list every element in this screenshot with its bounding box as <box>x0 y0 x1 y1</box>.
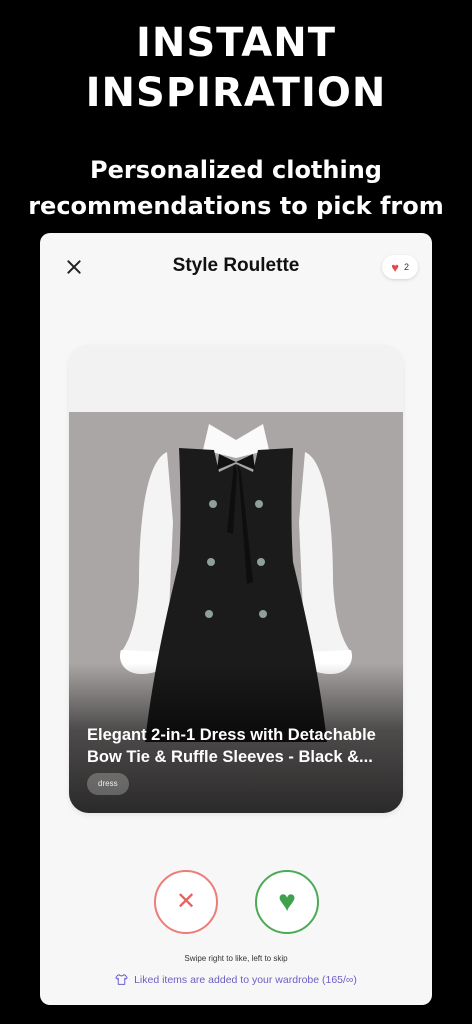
heart-icon: ♥ <box>278 885 296 918</box>
app-screen: Style Roulette ♥ 2 Elegant 2-in-1 Dress … <box>40 233 432 1005</box>
likes-badge[interactable]: ♥ 2 <box>382 255 418 279</box>
top-bar: Style Roulette ♥ 2 <box>40 233 432 299</box>
likes-count: 2 <box>403 262 409 272</box>
category-tag: dress <box>87 773 129 795</box>
heart-icon: ♥ <box>391 259 399 275</box>
hero-subtitle-line2: recommendations to pick from <box>28 192 444 220</box>
hero-title-line1: INSTANT <box>135 20 337 66</box>
hero-title: INSTANT INSPIRATION <box>0 18 472 118</box>
product-card[interactable]: Elegant 2-in-1 Dress with Detachable Bow… <box>69 345 403 813</box>
hero-subtitle: Personalized clothing recommendations to… <box>0 152 472 224</box>
screen-title: Style Roulette <box>172 255 300 276</box>
shirt-icon <box>115 974 128 985</box>
skip-button[interactable]: ✕ <box>154 870 218 934</box>
wardrobe-note-text: Liked items are added to your wardrobe (… <box>134 973 357 986</box>
wardrobe-note: Liked items are added to your wardrobe (… <box>40 973 432 986</box>
close-icon: ✕ <box>175 888 197 915</box>
swipe-hint: Swipe right to like, left to skip <box>184 954 288 963</box>
hero-subtitle-line1: Personalized clothing <box>90 156 382 184</box>
like-button[interactable]: ♥ <box>255 870 319 934</box>
hero-title-line2: INSPIRATION <box>85 70 387 116</box>
product-title: Elegant 2-in-1 Dress with Detachable Bow… <box>87 726 376 766</box>
